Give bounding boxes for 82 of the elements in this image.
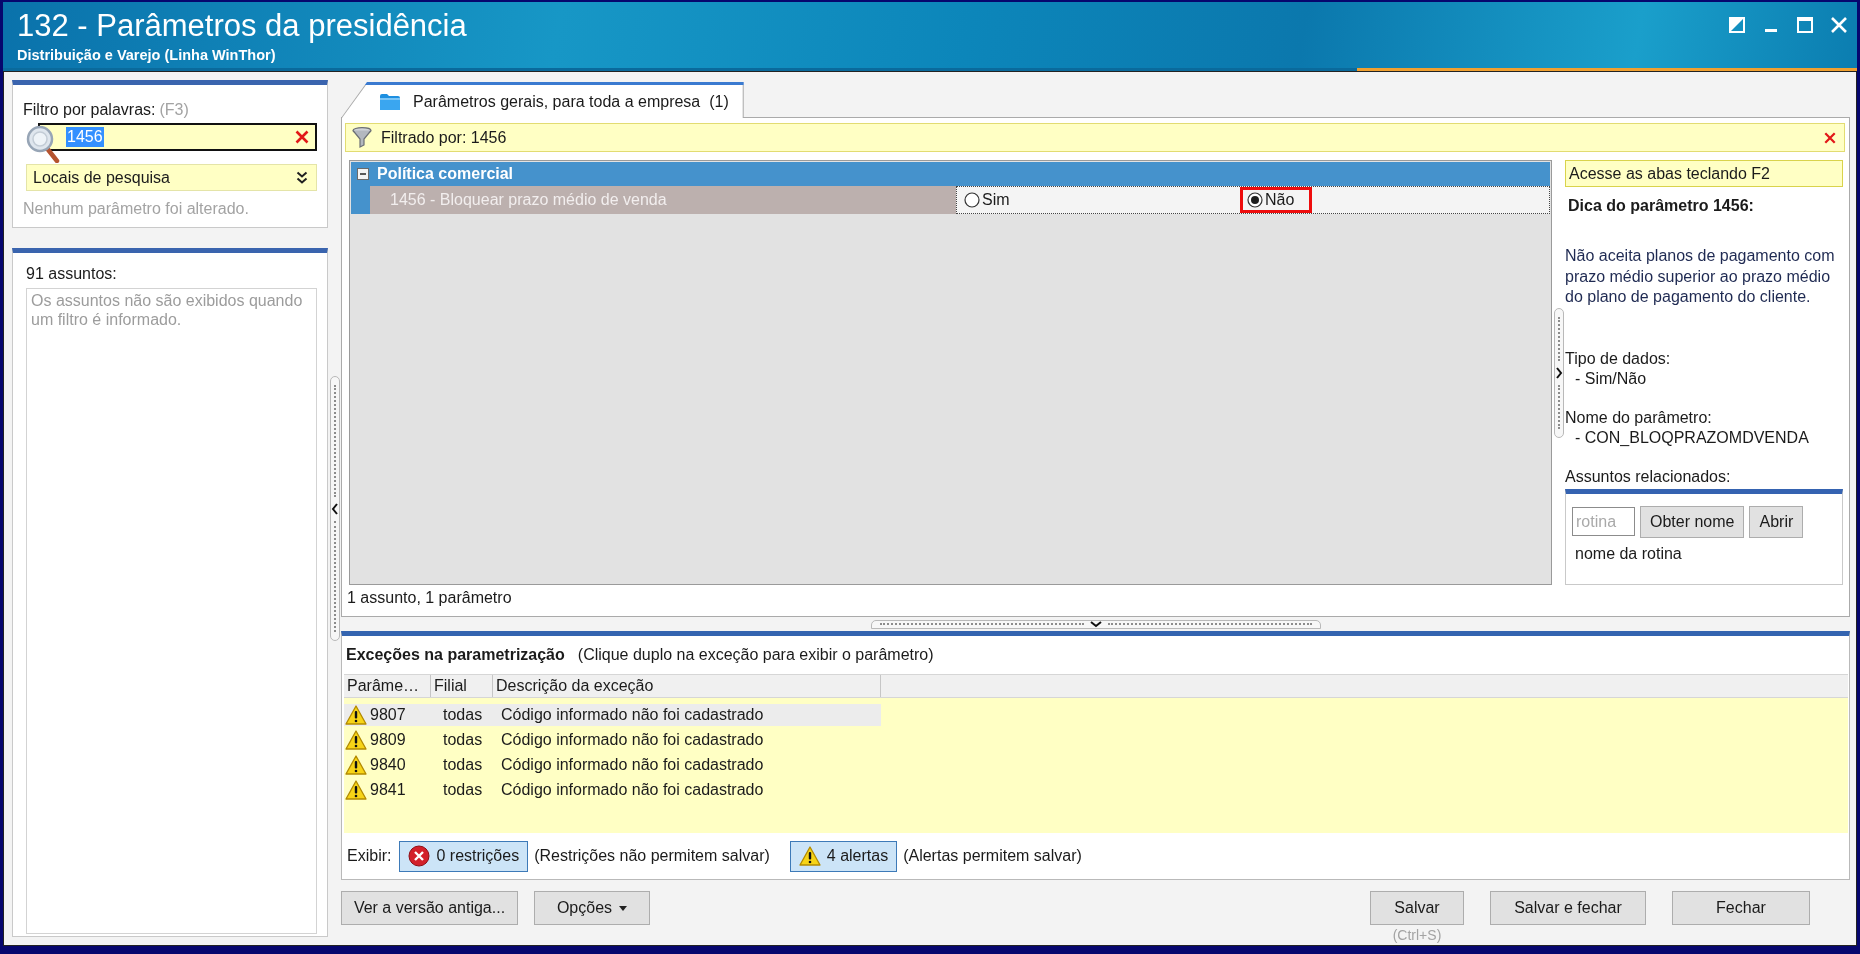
table-cell-text: todas [442,706,484,724]
routine-field[interactable]: rotina [1572,507,1635,536]
filter-text: Filtrado por: 1456 [381,128,508,147]
filter-note: (Restrições não permitem salvar) [534,847,770,865]
hint-box: Acesse as abas teclando F2 [1565,160,1843,187]
data-type-value: - Sim/Não [1574,368,1648,389]
search-value: 1456 [66,127,104,147]
subjects-message: Os assuntos não são exibidos quando um filtro é informado. [26,288,317,934]
chevron-right-icon[interactable] [1554,366,1563,379]
table-cell-text: Código informado não foi cadastrado [500,706,765,724]
warning-icon [798,846,821,866]
magnifier-icon [26,125,60,163]
radio-icon[interactable] [964,192,980,208]
caret-down-icon [619,905,628,911]
filter-label: Filtro por palavras: [23,100,156,119]
shortcut-hint: (Ctrl+S) [1392,927,1442,943]
exception-row[interactable]: 9809 todas Código informado não foi cadastrado [344,729,881,751]
splitter-handle[interactable] [329,376,340,641]
table-cell-text: Código informado não foi cadastrado [500,731,765,749]
double-chevron-down-icon[interactable] [296,170,308,185]
warning-icon [345,730,367,750]
radio-option[interactable]: Não [1240,187,1313,213]
minus-box-icon[interactable] [357,168,369,180]
table-cell-text: todas [442,731,484,749]
error-icon [408,845,431,867]
data-type-label: Tipo de dados: [1565,348,1672,369]
action-button[interactable]: Fechar [1672,891,1810,925]
half-filled-square-icon[interactable] [1729,17,1745,33]
table-cell-text: Código informado não foi cadastrado [500,756,765,774]
column-header[interactable]: Parâme… [344,675,431,697]
shortcut-hint: (F3) [159,100,189,119]
exception-row[interactable]: 9840 todas Código informado não foi cadastrado [344,754,881,776]
funnel-icon [352,126,372,149]
tip-description: Não aceita planos de pagamento com prazo médio superior ao prazo médio do plano de pagamento do cliente. [1565,246,1836,307]
display-label: Exibir: [347,847,392,865]
routine-name: nome da rotina [1574,543,1683,564]
chevron-left-icon[interactable] [330,502,339,515]
close-icon[interactable] [1824,131,1836,144]
table-cell: 9807 [370,706,406,724]
exceptions-title: Exceções na parametrização [346,646,565,664]
action-button[interactable]: Salvar [1370,891,1464,925]
table-cell: 9809 [370,731,406,749]
table-cell-text: todas [442,756,484,774]
folder-icon [379,92,401,111]
warning-icon [345,755,367,775]
warning-icon [345,780,367,800]
related-button[interactable]: Abrir [1749,505,1804,538]
parameter-name-label: Nome do parâmetro: [1565,407,1713,428]
warning-icon [345,705,367,725]
parameter-name-value: - CON_BLOQPRAZOMDVENDA [1574,427,1810,448]
table-cell: 9840 [370,756,406,774]
window-title: 132 - Parâmetros da presidência [17,7,467,44]
table-cell-text: todas [442,781,484,799]
radio-icon[interactable] [1247,192,1263,208]
window-subtitle: Distribuição e Varejo (Linha WinThor) [17,46,277,64]
menu-button[interactable]: Opções [534,891,650,925]
action-button[interactable]: Ver a versão antiga... [341,891,518,925]
maximize-icon[interactable] [1797,17,1813,33]
related-button[interactable]: Obter nome [1640,505,1745,538]
close-icon[interactable] [295,130,309,144]
splitter-handle[interactable] [1553,307,1564,438]
table-cell: 9841 [370,781,406,799]
column-header[interactable]: Filial [431,675,493,697]
filter-toggle-button[interactable]: 0 restrições [399,840,529,872]
chevron-down-icon[interactable] [1089,620,1102,628]
tab[interactable]: Parâmetros gerais, para toda a empresa (1) [341,82,744,118]
exception-row[interactable]: 9841 todas Código informado não foi cadastrado [344,779,881,801]
filter-note: (Alertas permitem salvar) [903,847,1082,865]
column-header[interactable]: Descrição da exceção [493,675,881,697]
splitter-handle[interactable] [870,619,1321,629]
filter-toggle-button[interactable]: 4 alertas [789,840,898,872]
related-label: Assuntos relacionados: [1565,466,1732,487]
action-button[interactable]: Salvar e fechar [1490,891,1646,925]
tip-title: Dica do parâmetro 1456: [1567,196,1755,216]
search-locations-dropdown[interactable]: Locais de pesquisa [26,164,317,191]
grid-summary: 1 assunto, 1 parâmetro [346,589,513,607]
table-cell-text: Código informado não foi cadastrado [500,781,765,799]
exception-row[interactable]: 9807 todas Código informado não foi cadastrado [344,704,881,726]
subjects-count: 91 assuntos: [26,264,117,283]
status-text: Nenhum parâmetro foi alterado. [23,199,250,218]
exceptions-hint: (Clique duplo na exceção para exibir o parâmetro) [577,646,934,664]
radio-option[interactable]: Sim [957,187,1028,213]
